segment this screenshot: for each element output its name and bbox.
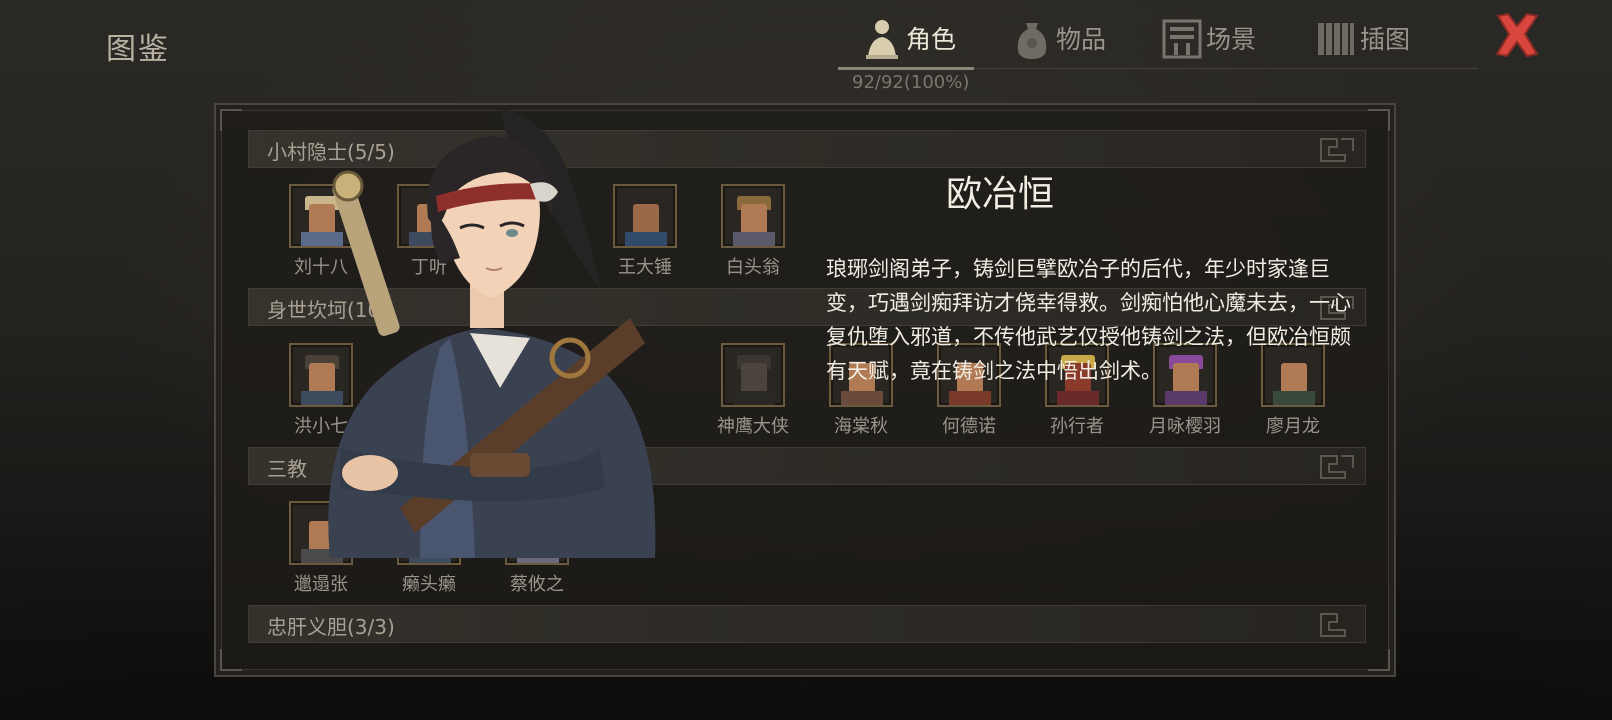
illustration-scroll-icon: [1318, 23, 1354, 55]
tab-characters[interactable]: 角色: [862, 12, 956, 64]
close-icon: [1495, 12, 1539, 58]
character-slot[interactable]: 洪小七: [276, 343, 366, 437]
character-slot[interactable]: 蔡攸之: [492, 501, 582, 595]
tab-label: 插图: [1360, 25, 1411, 54]
character-name: 刘十八: [294, 257, 348, 278]
panel-corner-ornament: [220, 649, 242, 671]
section-header[interactable]: 小村隐士(5/5): [248, 130, 1366, 168]
character-name: 白头翁: [726, 257, 780, 278]
section-title: 身世坎坷(10/: [267, 298, 387, 322]
page-title: 图鉴: [106, 32, 170, 67]
character-name: 洪小七: [294, 416, 348, 437]
character-icon: [866, 20, 898, 59]
character-slot[interactable]: 邋遢张: [276, 501, 366, 595]
character-name: 海棠秋: [834, 416, 888, 437]
panel-corner-ornament: [1368, 649, 1390, 671]
section-title: 忠肝义胆(3/3): [267, 615, 395, 639]
character-catalog-panel: 小村隐士(5/5) 刘十八 丁听 王大锤 白头翁 身世坎坷(10/ 洪小七 神鹰…: [214, 103, 1396, 677]
character-slot[interactable]: 丁听: [384, 184, 474, 278]
scene-gate-icon: [1162, 19, 1202, 59]
character-name: 廖月龙: [1266, 416, 1320, 437]
active-tab-indicator: [838, 67, 974, 70]
section-title: 小村隐士(5/5): [267, 140, 395, 164]
character-portrait: [505, 501, 569, 565]
item-bag-icon: [1017, 23, 1047, 59]
character-portrait: [613, 184, 677, 248]
character-name: 孙行者: [1050, 416, 1104, 437]
character-portrait: [397, 184, 461, 248]
section-ornament-icon: [1320, 455, 1354, 479]
section-title: 三教: [267, 457, 307, 481]
character-detail-name: 欧冶恒: [945, 174, 1054, 215]
tab-label: 角色: [906, 25, 957, 54]
section-ornament-icon: [1320, 613, 1346, 637]
close-button[interactable]: [1490, 10, 1544, 60]
character-slot[interactable]: 王大锤: [600, 184, 690, 278]
panel-corner-ornament: [1368, 109, 1390, 131]
character-detail-description: 琅琊剑阁弟子，铸剑巨擘欧冶子的后代，年少时家逢巨变，巧遇剑痴拜访才侥幸得救。剑痴…: [826, 257, 1351, 383]
character-name: 癞头癞: [402, 574, 456, 595]
character-portrait: [289, 184, 353, 248]
character-portrait: [721, 184, 785, 248]
tab-illustrations[interactable]: 插图: [1316, 12, 1410, 64]
tab-items[interactable]: 物品: [1012, 12, 1106, 64]
character-name: 神鹰大侠: [717, 416, 789, 437]
character-slot[interactable]: 刘十八: [276, 184, 366, 278]
character-name: 丁听: [411, 257, 447, 278]
section-header[interactable]: 忠肝义胆(3/3): [248, 605, 1366, 643]
character-name: 蔡攸之: [510, 574, 564, 595]
tab-label: 场景: [1206, 25, 1257, 54]
character-name: 何德诺: [942, 416, 996, 437]
section-header[interactable]: 三教: [248, 447, 1366, 485]
character-portrait: [397, 501, 461, 565]
character-portrait: [721, 343, 785, 407]
character-name: 王大锤: [618, 257, 672, 278]
character-slot[interactable]: 神鹰大侠: [708, 343, 798, 437]
section-ornament-icon: [1320, 138, 1354, 162]
character-slot[interactable]: 癞头癞: [384, 501, 474, 595]
tab-scenes[interactable]: 场景: [1162, 12, 1256, 64]
character-portrait: [289, 501, 353, 565]
panel-corner-ornament: [220, 109, 242, 131]
character-slot[interactable]: 白头翁: [708, 184, 798, 278]
collection-progress: 92/92(100%): [852, 72, 970, 93]
tab-bar: 角色 物品 场景 插图 92/92(100%): [838, 6, 1492, 96]
character-name: 邋遢张: [294, 574, 348, 595]
tab-label: 物品: [1056, 25, 1107, 54]
character-name: 月咏樱羽: [1149, 416, 1221, 437]
character-portrait: [289, 343, 353, 407]
